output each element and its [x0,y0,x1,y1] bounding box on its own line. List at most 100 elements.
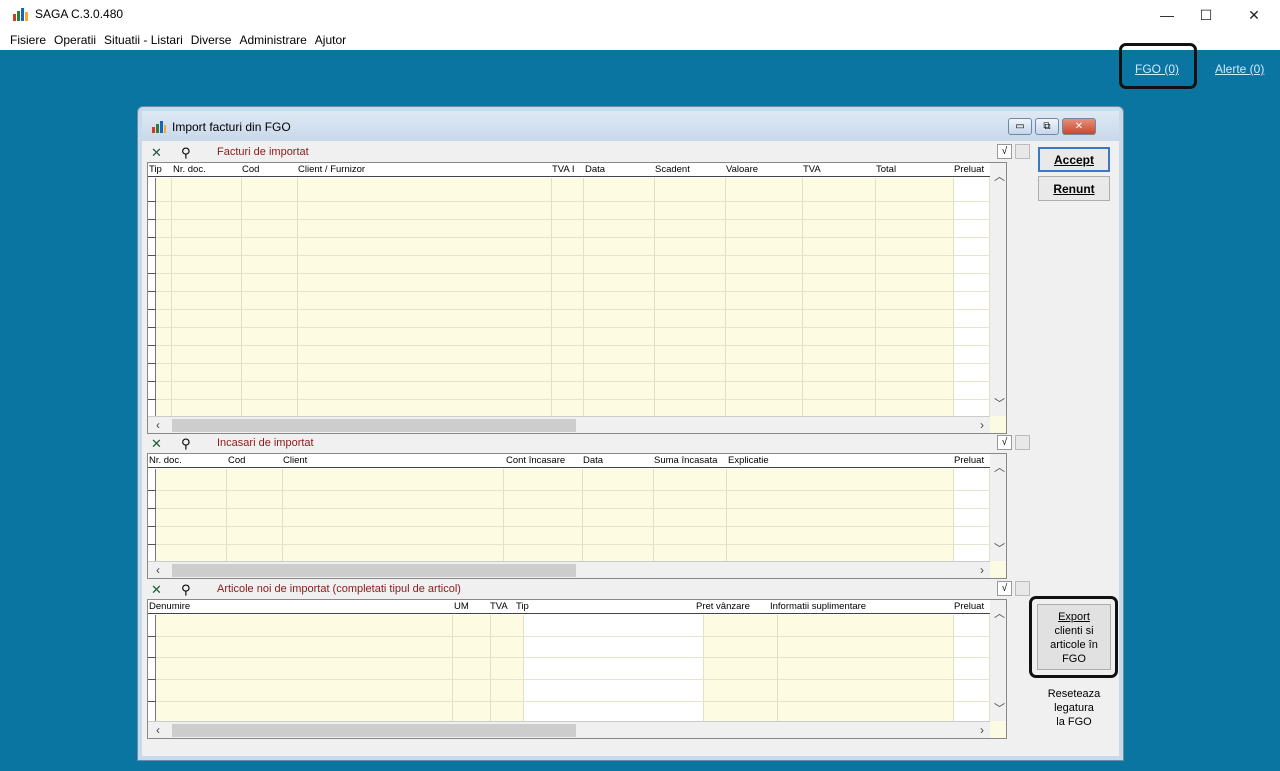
incasari-vscroll[interactable]: ︿ ﹀ [990,454,1006,561]
accept-button[interactable]: Accept [1038,147,1110,172]
incasari-grid[interactable]: Nr. doc. Cod Client Cont încasare Data S… [147,453,1007,579]
col-header-nr-doc[interactable]: Nr. doc. [173,164,206,175]
incasari-grid-header: Nr. doc. Cod Client Cont încasare Data S… [148,454,1006,468]
renunt-button[interactable]: Renunt [1038,176,1110,201]
scroll-down-icon[interactable]: ﹀ [994,540,1005,556]
incasari-hscroll-thumb[interactable] [172,564,576,577]
scroll-up-icon[interactable]: ︿ [994,168,1005,184]
articole-check-all[interactable]: √ [997,581,1012,596]
gutter-mark [148,363,156,364]
gutter-mark [148,679,156,680]
incasari-uncheck-all[interactable] [1015,435,1030,450]
col-header-client-furnizor[interactable]: Client / Furnizor [298,164,365,175]
col-header-tva[interactable]: TVA [803,164,821,175]
scroll-right-icon[interactable]: › [980,723,984,737]
col-header-denumire[interactable]: Denumire [149,601,190,612]
scroll-down-icon[interactable]: ﹀ [994,395,1005,411]
col-explicatie [727,469,954,561]
desktop-area: FGO (0) Alerte (0) Import facturi din FG… [0,43,1280,771]
col-header-tip[interactable]: Tip [149,164,162,175]
scroll-down-icon[interactable]: ﹀ [994,700,1005,716]
col-header-data[interactable]: Data [585,164,605,175]
col-header-data[interactable]: Data [583,455,603,466]
col-header-preluat[interactable]: Preluat [954,455,984,466]
col-tva [491,615,524,721]
articole-uncheck-all[interactable] [1015,581,1030,596]
col-header-suma-incasata[interactable]: Suma încasata [654,455,717,466]
col-suma-incasata [654,469,727,561]
row-line [156,309,990,310]
binoculars-icon[interactable]: ⚲ [181,145,191,161]
scroll-up-icon[interactable]: ︿ [994,459,1005,475]
gutter-mark [148,701,156,702]
col-nr-doc [156,469,227,561]
menu-administrare[interactable]: Administrare [235,30,310,50]
scroll-right-icon[interactable]: › [980,563,984,577]
col-header-valoare[interactable]: Valoare [726,164,758,175]
dialog-restore-button[interactable]: ⧉ [1035,118,1059,135]
binoculars-icon[interactable]: ⚲ [181,436,191,452]
incasari-header: ✕ ⚲ Incasari de importat √ [147,434,1032,453]
incasari-check-all[interactable]: √ [997,435,1012,450]
scroll-right-icon[interactable]: › [980,418,984,432]
scroll-left-icon[interactable]: ‹ [156,563,160,577]
reset-line-2: legatura [1054,702,1094,714]
col-header-pret-vanzare[interactable]: Pret vânzare [696,601,750,612]
col-header-client[interactable]: Client [283,455,307,466]
excel-export-icon[interactable]: ✕ [151,582,162,598]
gutter-mark [148,201,156,202]
col-header-scadent[interactable]: Scadent [655,164,690,175]
menu-ajutor[interactable]: Ajutor [311,30,350,50]
dialog-title: Import facturi din FGO [172,120,291,134]
articole-section: ✕ ⚲ Articole noi de importat (completati… [147,580,1032,740]
excel-export-icon[interactable]: ✕ [151,145,162,161]
col-header-cod[interactable]: Cod [228,455,245,466]
facturi-hscroll-thumb[interactable] [172,419,576,432]
facturi-grid[interactable]: Tip Nr. doc. Cod Client / Furnizor TVA I… [147,162,1007,434]
close-button[interactable]: ✕ [1239,4,1269,26]
facturi-hscroll[interactable]: ‹ › [148,416,1006,433]
col-header-explicatie[interactable]: Explicatie [728,455,769,466]
facturi-check-all[interactable]: √ [997,144,1012,159]
alerte-link[interactable]: Alerte (0) [1215,62,1264,76]
row-indicator-gutter [148,615,156,721]
col-denumire [156,615,453,721]
col-header-preluat[interactable]: Preluat [954,164,984,175]
articole-hscroll[interactable]: ‹ › [148,721,1006,738]
col-preluat [954,615,990,721]
row-line [156,219,990,220]
dialog-close-button[interactable]: ✕ [1062,118,1096,135]
scroll-up-icon[interactable]: ︿ [994,605,1005,621]
menu-operatii[interactable]: Operatii [50,30,100,50]
gutter-mark [148,237,156,238]
maximize-button[interactable]: ☐ [1191,4,1221,26]
col-header-preluat[interactable]: Preluat [954,601,984,612]
row-line [156,526,990,527]
dialog-minimize-button[interactable]: ▭ [1008,118,1032,135]
col-header-cont-incasare[interactable]: Cont încasare [506,455,565,466]
articole-grid[interactable]: Denumire UM TVA Tip Pret vânzare Informa… [147,599,1007,739]
binoculars-icon[interactable]: ⚲ [181,582,191,598]
reseteaza-legatura-button[interactable]: Reseteaza legatura la FGO [1037,682,1111,740]
excel-export-icon[interactable]: ✕ [151,436,162,452]
incasari-hscroll[interactable]: ‹ › [148,561,1006,578]
scroll-left-icon[interactable]: ‹ [156,418,160,432]
col-header-um[interactable]: UM [454,601,469,612]
articole-vscroll[interactable]: ︿ ﹀ [990,600,1006,721]
col-header-nr-doc[interactable]: Nr. doc. [149,455,182,466]
facturi-uncheck-all[interactable] [1015,144,1030,159]
col-header-cod[interactable]: Cod [242,164,259,175]
menu-diverse[interactable]: Diverse [187,30,236,50]
scroll-left-icon[interactable]: ‹ [156,723,160,737]
col-header-total[interactable]: Total [876,164,896,175]
col-header-tva-i[interactable]: TVA I [552,164,575,175]
minimize-button[interactable]: — [1152,4,1182,26]
menu-situatii-listari[interactable]: Situatii - Listari [100,30,187,50]
col-header-tip[interactable]: Tip [516,601,529,612]
col-cont-incasare [504,469,583,561]
articole-hscroll-thumb[interactable] [172,724,576,737]
facturi-vscroll[interactable]: ︿ ﹀ [990,163,1006,416]
col-header-informatii-suplimentare[interactable]: Informatii suplimentare [770,601,866,612]
menu-fisiere[interactable]: Fisiere [6,30,50,50]
col-header-tva[interactable]: TVA [490,601,508,612]
